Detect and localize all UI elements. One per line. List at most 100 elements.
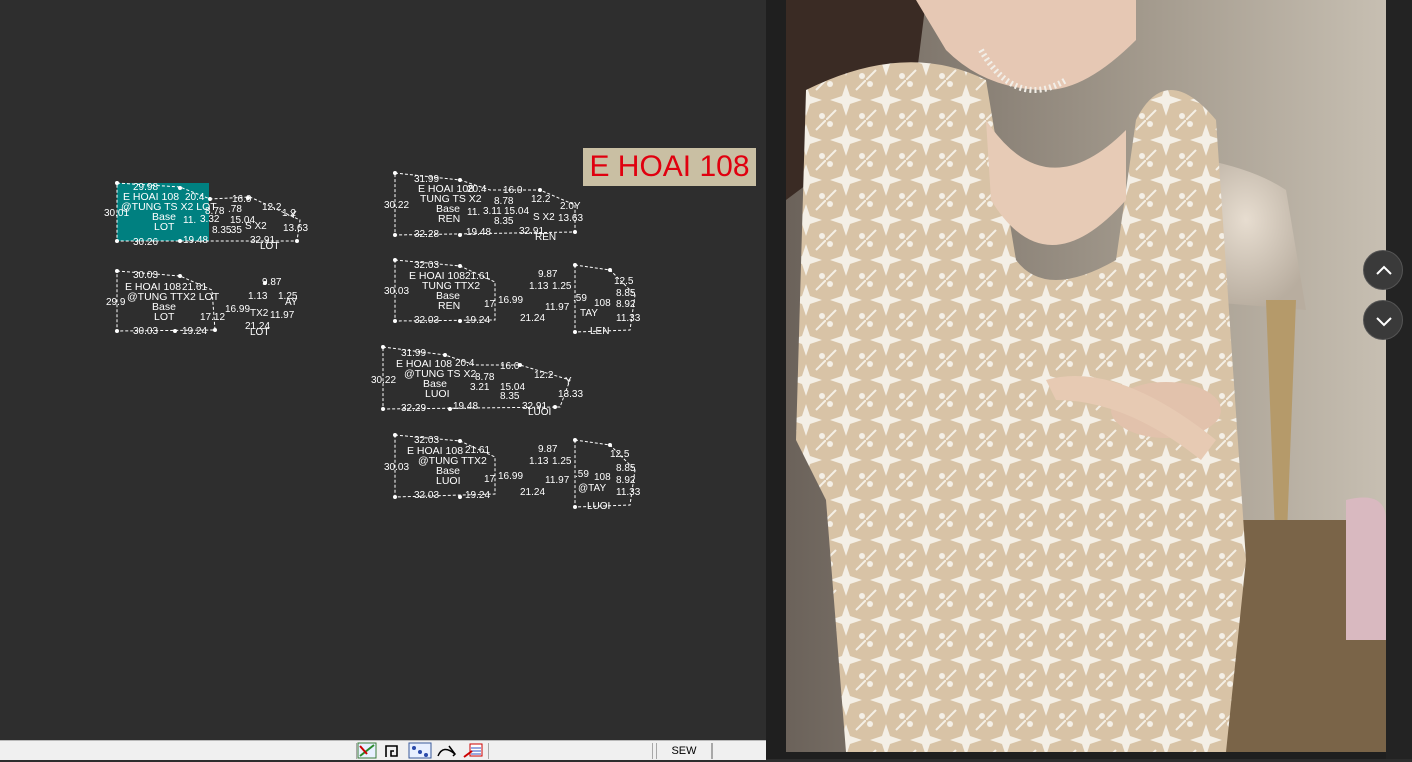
svg-text:TX2: TX2: [250, 308, 269, 319]
order-tag: E HOAI 108: [583, 148, 756, 186]
svg-text:12.2: 12.2: [534, 370, 554, 381]
previous-image-button[interactable]: [1363, 250, 1403, 290]
svg-text:LUOI: LUOI: [436, 475, 461, 487]
svg-text:21.61: 21.61: [465, 271, 490, 282]
svg-text:8.92: 8.92: [616, 299, 636, 310]
svg-text:16.99: 16.99: [225, 304, 250, 315]
svg-text:LUOI: LUOI: [587, 501, 610, 512]
svg-text:19.24: 19.24: [465, 315, 490, 326]
svg-text:1.13: 1.13: [529, 281, 549, 292]
svg-text:9.87: 9.87: [538, 269, 558, 280]
svg-text:REN: REN: [438, 300, 460, 312]
svg-text:1.25: 1.25: [552, 281, 572, 292]
svg-text:S X2: S X2: [533, 212, 555, 223]
chevron-up-icon: [1376, 265, 1392, 275]
lace-dress-photo: [786, 0, 1386, 752]
svg-text:21.24: 21.24: [520, 487, 545, 498]
next-image-button[interactable]: [1363, 300, 1403, 340]
svg-text:12.2: 12.2: [531, 194, 551, 205]
svg-text:.59: .59: [575, 469, 589, 480]
svg-text:21.61: 21.61: [465, 445, 490, 456]
svg-text:AY: AY: [285, 297, 298, 308]
svg-text:LOT: LOT: [260, 241, 279, 252]
svg-text:1.13: 1.13: [529, 456, 549, 467]
piece-fabric: LOT: [154, 221, 175, 233]
svg-text:30.03: 30.03: [384, 462, 409, 473]
svg-text:32.28: 32.28: [414, 229, 439, 240]
svg-text:.59: .59: [573, 293, 587, 304]
svg-text:32.03: 32.03: [414, 490, 439, 501]
svg-text:9.87: 9.87: [538, 444, 558, 455]
svg-text:19.24: 19.24: [465, 490, 490, 501]
pattern-canvas[interactable]: 29.98 30.01 30.26 E HOAI 108 @TUNG TS X2…: [0, 0, 766, 740]
viewer-edge: [1386, 0, 1412, 759]
svg-text:13.63: 13.63: [558, 213, 583, 224]
svg-text:REN: REN: [535, 232, 556, 243]
svg-text:16.0: 16.0: [503, 185, 523, 196]
svg-text:3.32: 3.32: [200, 214, 220, 225]
svg-text:30.03: 30.03: [133, 326, 158, 337]
svg-text:REN: REN: [438, 213, 460, 225]
svg-text:11.33: 11.33: [616, 313, 641, 324]
measure-icon[interactable]: [357, 742, 377, 759]
svg-text:29.9: 29.9: [106, 297, 126, 308]
svg-text:11.33: 11.33: [616, 487, 641, 498]
svg-text:@TAY: @TAY: [578, 483, 606, 494]
svg-text:30.22: 30.22: [384, 200, 409, 211]
svg-text:17: 17: [484, 299, 496, 310]
svg-text:13.63: 13.63: [283, 223, 308, 234]
svg-text:20.4: 20.4: [185, 192, 205, 203]
svg-text:30.03: 30.03: [384, 286, 409, 297]
panel-divider[interactable]: [766, 0, 786, 759]
svg-text:11.97: 11.97: [545, 475, 570, 486]
pattern-piece-front-luoi[interactable]: 31.99 30.22 32.29 E HOAI 108 @TUNG TS X2…: [371, 346, 583, 418]
pen-icon[interactable]: [435, 742, 456, 759]
status-bar: SEW: [0, 740, 766, 760]
reference-photo: [786, 0, 1386, 752]
grade-icon[interactable]: [408, 742, 432, 759]
svg-text:21.61: 21.61: [182, 282, 207, 293]
svg-text:.35: .35: [228, 225, 242, 236]
sew-mode-indicator[interactable]: SEW: [656, 743, 712, 759]
svg-text:TAY: TAY: [580, 308, 598, 319]
svg-text:8.35: 8.35: [500, 391, 520, 402]
svg-text:11.97: 11.97: [270, 310, 295, 321]
svg-text:LUOI: LUOI: [425, 388, 450, 400]
svg-text:2.0Y: 2.0Y: [560, 201, 581, 212]
photo-frame-bottom: [786, 752, 1386, 759]
svg-text:3.21: 3.21: [470, 382, 490, 393]
svg-text:LEN: LEN: [590, 326, 609, 337]
svg-text:17: 17: [484, 474, 496, 485]
pattern-piece-front-ren[interactable]: 31.99 30.22 32.28 E HOAI 108 TUNG TS X2 …: [384, 172, 583, 243]
pattern-piece-back-lot[interactable]: 30.03 29.9 30.03 E HOAI 108 @TUNG TTX2 L…: [106, 270, 298, 338]
svg-text:8.35: 8.35: [494, 216, 514, 227]
stack-icon[interactable]: [462, 742, 483, 759]
pattern-piece-back-luoi[interactable]: 32.03 30.03 32.03 E HOAI 108 @TUNG TTX2 …: [384, 434, 641, 512]
svg-text:LOT: LOT: [250, 327, 269, 338]
svg-text:.78: .78: [228, 204, 242, 215]
svg-text:11.97: 11.97: [545, 302, 570, 313]
svg-text:108: 108: [594, 472, 611, 483]
svg-text:8.85: 8.85: [616, 288, 636, 299]
svg-text:16.0: 16.0: [500, 361, 520, 372]
svg-text:12.5: 12.5: [614, 276, 634, 287]
svg-text:13.33: 13.33: [558, 389, 583, 400]
svg-text:20.4: 20.4: [467, 184, 487, 195]
chevron-down-icon: [1376, 317, 1392, 327]
svg-text:11.: 11.: [183, 215, 196, 226]
svg-text:LOT: LOT: [154, 311, 175, 323]
svg-text:Y: Y: [565, 376, 572, 387]
svg-text:32.03: 32.03: [414, 315, 439, 326]
seam-icon[interactable]: [383, 742, 403, 759]
pattern-drawing[interactable]: 29.98 30.01 30.26 E HOAI 108 @TUNG TS X2…: [0, 0, 766, 740]
svg-text:16.99: 16.99: [498, 471, 523, 482]
status-field-end: [712, 743, 766, 759]
svg-text:Y: Y: [290, 210, 297, 221]
status-field: [488, 743, 653, 759]
pattern-piece-back-ren[interactable]: 32.03 30.03 32.03 E HOAI 108 TUNG TTX2 B…: [384, 259, 641, 337]
svg-text:16.99: 16.99: [498, 295, 523, 306]
pattern-piece-front-lot[interactable]: 29.98 30.01 30.26 E HOAI 108 @TUNG TS X2…: [104, 182, 308, 252]
svg-text:12.5: 12.5: [610, 449, 630, 460]
svg-text:8.92: 8.92: [616, 475, 636, 486]
measure-bottom: 30.26: [133, 237, 158, 248]
